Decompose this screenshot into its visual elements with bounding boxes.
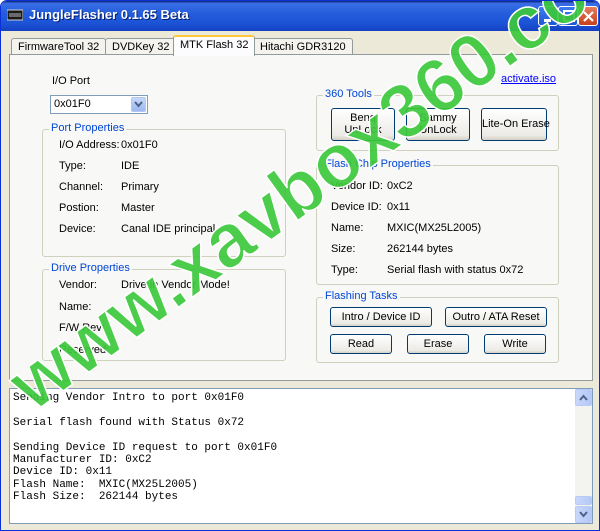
io-address-value: 0x01F0 <box>121 139 158 151</box>
tools-360-group: 360 Tools Benq UnLock Sammy UnLock Lite-… <box>316 88 559 151</box>
outro-ata-reset-button[interactable]: Outro / ATA Reset <box>445 307 547 327</box>
log-vertical-scrollbar[interactable] <box>575 389 592 523</box>
tab-hitachi[interactable]: Hitachi GDR3120 <box>253 38 353 55</box>
maximize-button[interactable] <box>558 6 578 26</box>
flash-chip-properties-title: Flash Chip Properties <box>323 158 433 170</box>
drive-name-label: Name: <box>59 301 92 313</box>
flashing-tasks-title: Flashing Tasks <box>323 290 400 302</box>
write-label: Write <box>502 338 528 350</box>
tab-dvdkey[interactable]: DVDKey 32 <box>105 38 177 55</box>
maximize-icon <box>563 10 575 22</box>
io-port-select[interactable]: 0x01F0 <box>50 95 148 114</box>
vendor-label: Vendor: <box>59 279 97 291</box>
drive-properties-title: Drive Properties <box>49 262 132 274</box>
chip-name-value: MXIC(MX25L2005) <box>387 222 482 234</box>
tools-360-title: 360 Tools <box>323 88 374 100</box>
flashing-tasks-group: Flashing Tasks Intro / Device ID Outro /… <box>316 290 559 363</box>
log-output[interactable]: Sending Vendor Intro to port 0x01F0 Seri… <box>9 388 593 524</box>
minimize-button[interactable] <box>538 6 558 26</box>
device-label: Device: <box>59 223 96 235</box>
chevron-down-icon <box>579 511 588 518</box>
erase-button[interactable]: Erase <box>407 334 469 354</box>
benq-unlock-line2: UnLock <box>344 124 382 136</box>
erase-label: Erase <box>423 338 453 350</box>
close-icon <box>583 11 594 22</box>
outro-ata-reset-label: Outro / ATA Reset <box>452 311 540 323</box>
log-text: Sending Vendor Intro to port 0x01F0 Seri… <box>13 392 571 504</box>
liteon-erase-button[interactable]: Lite-On Erase <box>481 108 550 141</box>
log-line: Serial flash found with Status 0x72 <box>13 416 245 429</box>
vendor-id-label: Vendor ID: <box>331 180 383 192</box>
sammy-unlock-line1: Sammy <box>419 112 457 124</box>
log-line: Manufacturer ID: 0xC2 <box>13 453 152 466</box>
io-port-value: 0x01F0 <box>54 98 91 110</box>
activate-iso-link[interactable]: activate.iso <box>501 73 556 85</box>
intro-device-id-label: Intro / Device ID <box>341 311 421 323</box>
drive-properties-group: Drive Properties Vendor: Drive in Vendor… <box>42 262 286 361</box>
port-properties-title: Port Properties <box>49 122 127 134</box>
position-label: Postion: <box>59 202 99 214</box>
channel-label: Channel: <box>59 181 104 193</box>
benq-unlock-line1: Benq <box>350 112 376 124</box>
intro-device-id-button[interactable]: Intro / Device ID <box>330 307 432 327</box>
chip-name-label: Name: <box>331 222 364 234</box>
minimize-icon <box>544 19 551 22</box>
sammy-unlock-button[interactable]: Sammy UnLock <box>406 108 470 141</box>
sammy-unlock-line2: UnLock <box>419 124 457 136</box>
chip-type-label: Type: <box>331 264 358 276</box>
chip-size-label: Size: <box>331 243 356 255</box>
title-bar[interactable]: JungleFlasher 0.1.65 Beta <box>1 1 599 31</box>
fw-rev-label: F/W Rev: <box>59 322 105 334</box>
scroll-down-button[interactable] <box>575 506 592 523</box>
port-type-label: Type: <box>59 160 86 172</box>
benq-unlock-button[interactable]: Benq UnLock <box>331 108 395 141</box>
app-icon <box>7 9 23 21</box>
device-value: Canal IDE principal <box>121 223 216 235</box>
port-type-value: IDE <box>121 160 140 172</box>
device-id-value: 0x11 <box>387 201 411 213</box>
position-value: Master <box>121 202 155 214</box>
log-line: Sending Device ID request to port 0x01F0 <box>13 441 278 454</box>
scroll-thumb[interactable] <box>575 496 592 505</box>
write-button[interactable]: Write <box>484 334 546 354</box>
flash-chip-properties-group: Flash Chip Properties Vendor ID: 0xC2 De… <box>316 158 559 285</box>
vendor-value: Drive in Vendor Mode! <box>121 279 230 291</box>
tab-strip: FirmwareTool 32 DVDKey 32 MTK Flash 32 H… <box>9 35 593 56</box>
window-title: JungleFlasher 0.1.65 Beta <box>29 7 189 22</box>
port-properties-group: Port Properties I/O Address: 0x01F0 Type… <box>42 122 286 257</box>
log-line: Flash Size: 262144 bytes <box>13 491 179 504</box>
io-port-dropdown-button[interactable] <box>131 97 146 112</box>
log-line: Device ID: 0x11 <box>13 466 113 479</box>
device-id-label: Device ID: <box>331 201 382 213</box>
scroll-up-button[interactable] <box>575 389 592 406</box>
mtk-flash-panel: I/O Port 0x01F0 Port Properties I/O Addr… <box>9 54 593 381</box>
read-label: Read <box>347 338 375 350</box>
vendor-id-value: 0xC2 <box>387 180 413 192</box>
log-line: Flash Name: MXIC(MX25L2005) <box>13 478 198 491</box>
tab-mtk-flash[interactable]: MTK Flash 32 <box>173 35 256 56</box>
reserved-label: Reserved: <box>59 344 110 356</box>
chip-type-value: Serial flash with status 0x72 <box>387 264 524 276</box>
tab-firmwaretool[interactable]: FirmwareTool 32 <box>11 38 107 55</box>
log-line: Sending Vendor Intro to port 0x01F0 <box>13 392 245 404</box>
channel-value: Primary <box>121 181 159 193</box>
chevron-up-icon <box>579 394 588 401</box>
app-window: JungleFlasher 0.1.65 Beta FirmwareTool 3… <box>0 0 600 531</box>
read-button[interactable]: Read <box>330 334 392 354</box>
chip-size-value: 262144 bytes <box>387 243 454 255</box>
io-port-label: I/O Port <box>52 75 90 87</box>
io-address-label: I/O Address: <box>59 139 120 151</box>
chevron-down-icon <box>134 101 143 108</box>
liteon-erase-label: Lite-On Erase <box>482 118 550 130</box>
close-button[interactable] <box>578 6 598 26</box>
